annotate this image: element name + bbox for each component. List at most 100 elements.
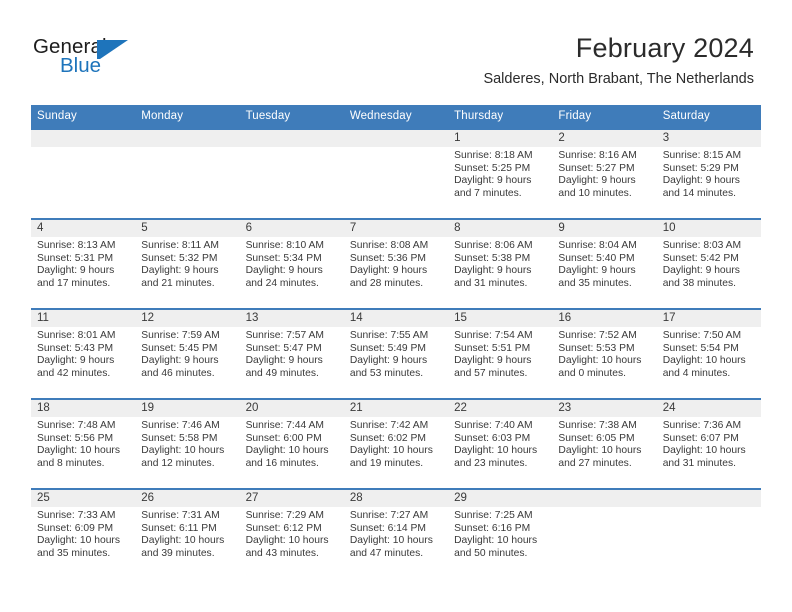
sunrise-time: Sunrise: 7:38 AM — [558, 420, 637, 431]
daylight-duration-line2: and 38 minutes. — [662, 277, 736, 289]
calendar-day-cell[interactable]: 28 Sunrise: 7:27 AM Sunset: 6:14 PM Dayligh… — [343, 488, 449, 579]
daylight-duration-line2: and 49 minutes. — [245, 367, 319, 379]
calendar-day-cell[interactable]: 23 Sunrise: 7:38 AM Sunset: 6:05 PM Dayligh… — [552, 398, 657, 489]
sunset-time: Sunset: 6:03 PM — [454, 432, 531, 444]
day-number — [552, 490, 657, 507]
daylight-duration-line1: Daylight: 9 hours — [349, 355, 428, 367]
sunrise-time: Sunrise: 7:40 AM — [454, 420, 533, 431]
day-number: 5 — [135, 220, 240, 237]
calendar-day-cell[interactable]: 6 Sunrise: 8:10 AM Sunset: 5:34 PM Daylight… — [239, 218, 344, 309]
calendar-day-cell[interactable]: 7 Sunrise: 8:08 AM Sunset: 5:36 PM Daylight… — [343, 218, 449, 309]
day-number: 27 — [239, 490, 344, 507]
day-details: Sunrise: 7:54 AM Sunset: 5:51 PM Daylight:… — [448, 327, 552, 380]
sunset-time: Sunset: 5:36 PM — [349, 252, 426, 264]
day-number: 24 — [656, 400, 761, 417]
calendar-day-cell-empty — [552, 488, 657, 579]
weekday-header-monday: Monday — [135, 105, 240, 129]
day-details: Sunrise: 7:42 AM Sunset: 6:02 PM Daylight:… — [344, 417, 448, 470]
sunrise-time: Sunrise: 7:44 AM — [245, 420, 324, 431]
calendar-week-row: 25 Sunrise: 7:33 AM Sunset: 6:09 PM Dayligh… — [31, 488, 761, 579]
day-number: 21 — [343, 400, 449, 417]
calendar-day-cell-empty — [31, 128, 136, 219]
day-number: 3 — [656, 130, 761, 147]
calendar-day-cell[interactable]: 19 Sunrise: 7:46 AM Sunset: 5:58 PM Dayligh… — [135, 398, 240, 489]
day-details: Sunrise: 7:46 AM Sunset: 5:58 PM Daylight:… — [135, 417, 239, 470]
calendar-day-cell[interactable]: 14 Sunrise: 7:55 AM Sunset: 5:49 PM Dayligh… — [343, 308, 449, 399]
day-details: Sunrise: 7:40 AM Sunset: 6:03 PM Daylight:… — [448, 417, 552, 470]
day-number: 22 — [448, 400, 553, 417]
daylight-duration-line1: Daylight: 9 hours — [245, 265, 323, 277]
calendar-day-cell[interactable]: 27 Sunrise: 7:29 AM Sunset: 6:12 PM Dayligh… — [239, 488, 344, 579]
calendar-day-cell[interactable]: 22 Sunrise: 7:40 AM Sunset: 6:03 PM Dayligh… — [448, 398, 553, 489]
sunrise-time: Sunrise: 7:52 AM — [558, 330, 637, 341]
day-details: Sunrise: 7:48 AM Sunset: 5:56 PM Daylight:… — [31, 417, 135, 470]
day-details: Sunrise: 7:31 AM Sunset: 6:11 PM Daylight:… — [135, 507, 239, 560]
sunrise-time: Sunrise: 7:31 AM — [141, 510, 220, 521]
day-number: 12 — [135, 310, 240, 327]
daylight-duration-line1: Daylight: 9 hours — [37, 355, 115, 367]
calendar-day-cell[interactable]: 10 Sunrise: 8:03 AM Sunset: 5:42 PM Dayligh… — [656, 218, 761, 309]
daylight-duration-line2: and 39 minutes. — [141, 547, 215, 559]
day-number: 2 — [552, 130, 657, 147]
calendar-day-cell[interactable]: 16 Sunrise: 7:52 AM Sunset: 5:53 PM Dayligh… — [552, 308, 657, 399]
calendar-day-cell[interactable]: 5 Sunrise: 8:11 AM Sunset: 5:32 PM Daylight… — [135, 218, 240, 309]
calendar-day-cell[interactable]: 13 Sunrise: 7:57 AM Sunset: 5:47 PM Dayligh… — [239, 308, 344, 399]
daylight-duration-line1: Daylight: 10 hours — [558, 445, 642, 457]
daylight-duration-line1: Daylight: 10 hours — [349, 445, 433, 457]
sunrise-time: Sunrise: 7:27 AM — [349, 510, 429, 521]
day-number: 6 — [239, 220, 344, 237]
calendar-day-cell[interactable]: 11 Sunrise: 8:01 AM Sunset: 5:43 PM Dayligh… — [31, 308, 136, 399]
daylight-duration-line2: and 57 minutes. — [454, 367, 528, 379]
sunset-time: Sunset: 5:51 PM — [454, 342, 531, 354]
sunset-time: Sunset: 5:43 PM — [37, 342, 114, 354]
day-details: Sunrise: 8:15 AM Sunset: 5:29 PM Daylight:… — [657, 147, 761, 200]
daylight-duration-line2: and 47 minutes. — [349, 547, 424, 559]
day-details: Sunrise: 7:57 AM Sunset: 5:47 PM Daylight:… — [240, 327, 344, 380]
calendar-day-cell-empty — [135, 128, 240, 219]
daylight-duration-line1: Daylight: 9 hours — [558, 265, 636, 277]
sunrise-time: Sunrise: 8:16 AM — [558, 150, 637, 161]
day-number: 1 — [448, 130, 553, 147]
day-details: Sunrise: 7:29 AM Sunset: 6:12 PM Daylight:… — [240, 507, 344, 560]
calendar-day-cell[interactable]: 2 Sunrise: 8:16 AM Sunset: 5:27 PM Daylight… — [552, 128, 657, 219]
day-number: 19 — [135, 400, 240, 417]
daylight-duration-line2: and 43 minutes. — [245, 547, 319, 559]
day-details: Sunrise: 8:10 AM Sunset: 5:34 PM Daylight:… — [240, 237, 344, 290]
day-details: Sunrise: 8:06 AM Sunset: 5:38 PM Daylight:… — [448, 237, 552, 290]
sunset-time: Sunset: 5:32 PM — [141, 252, 218, 264]
daylight-duration-line2: and 24 minutes. — [245, 277, 319, 289]
calendar-week-row: 18 Sunrise: 7:48 AM Sunset: 5:56 PM Dayligh… — [31, 398, 761, 489]
calendar-day-cell[interactable]: 24 Sunrise: 7:36 AM Sunset: 6:07 PM Dayligh… — [656, 398, 761, 489]
daylight-duration-line1: Daylight: 9 hours — [37, 265, 115, 277]
sunrise-time: Sunrise: 8:06 AM — [454, 240, 533, 251]
daylight-duration-line1: Daylight: 10 hours — [662, 355, 746, 367]
calendar-day-cell[interactable]: 3 Sunrise: 8:15 AM Sunset: 5:29 PM Daylight… — [656, 128, 761, 219]
daylight-duration-line1: Daylight: 10 hours — [349, 535, 433, 547]
daylight-duration-line2: and 35 minutes. — [37, 547, 111, 559]
sunrise-time: Sunrise: 7:29 AM — [245, 510, 324, 521]
calendar-day-cell[interactable]: 12 Sunrise: 7:59 AM Sunset: 5:45 PM Dayligh… — [135, 308, 240, 399]
sunrise-time: Sunrise: 8:03 AM — [662, 240, 742, 251]
calendar-day-cell[interactable]: 21 Sunrise: 7:42 AM Sunset: 6:02 PM Dayligh… — [343, 398, 449, 489]
calendar-day-cell[interactable]: 29 Sunrise: 7:25 AM Sunset: 6:16 PM Dayligh… — [448, 488, 553, 579]
calendar-day-cell[interactable]: 20 Sunrise: 7:44 AM Sunset: 6:00 PM Dayligh… — [239, 398, 344, 489]
daylight-duration-line2: and 21 minutes. — [141, 277, 215, 289]
calendar-day-cell[interactable]: 8 Sunrise: 8:06 AM Sunset: 5:38 PM Daylight… — [448, 218, 553, 309]
day-number: 8 — [448, 220, 553, 237]
calendar-day-cell[interactable]: 4 Sunrise: 8:13 AM Sunset: 5:31 PM Daylight… — [31, 218, 136, 309]
sunset-time: Sunset: 5:38 PM — [454, 252, 531, 264]
calendar-day-cell[interactable]: 1 Sunrise: 8:18 AM Sunset: 5:25 PM Daylight… — [448, 128, 553, 219]
calendar-day-cell[interactable]: 15 Sunrise: 7:54 AM Sunset: 5:51 PM Dayligh… — [448, 308, 553, 399]
daylight-duration-line2: and 0 minutes. — [558, 367, 626, 379]
calendar-day-cell[interactable]: 17 Sunrise: 7:50 AM Sunset: 5:54 PM Dayligh… — [656, 308, 761, 399]
day-number: 9 — [552, 220, 657, 237]
calendar-day-cell[interactable]: 26 Sunrise: 7:31 AM Sunset: 6:11 PM Dayligh… — [135, 488, 240, 579]
daylight-duration-line1: Daylight: 10 hours — [558, 355, 642, 367]
calendar-week-row: 4 Sunrise: 8:13 AM Sunset: 5:31 PM Daylight… — [31, 218, 761, 309]
calendar-day-cell[interactable]: 18 Sunrise: 7:48 AM Sunset: 5:56 PM Dayligh… — [31, 398, 136, 489]
calendar-day-cell[interactable]: 9 Sunrise: 8:04 AM Sunset: 5:40 PM Daylight… — [552, 218, 657, 309]
day-number: 25 — [31, 490, 136, 507]
general-blue-logo[interactable]: General Blue — [33, 36, 213, 84]
calendar-day-cell[interactable]: 25 Sunrise: 7:33 AM Sunset: 6:09 PM Dayligh… — [31, 488, 136, 579]
page-title: February 2024 — [575, 33, 754, 63]
